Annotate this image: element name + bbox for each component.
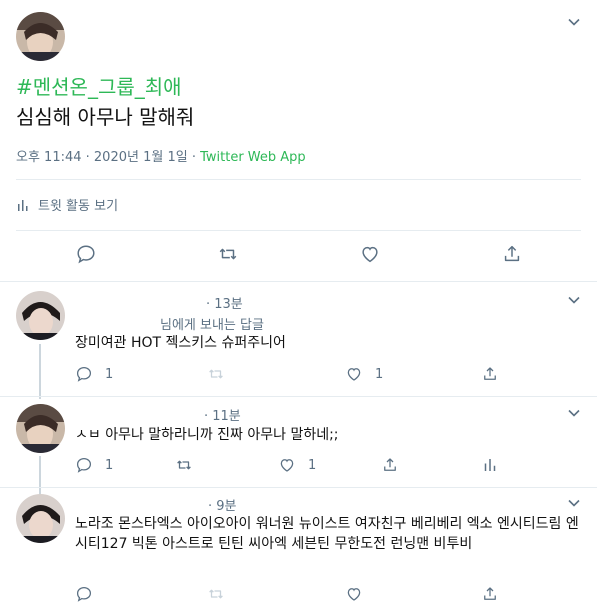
hashtag-link[interactable]: #멘션온_그룹_최애 — [16, 71, 182, 100]
reply-button[interactable]: 1 — [75, 364, 113, 384]
retweet-button[interactable] — [175, 455, 193, 475]
tweet-meta: 오후 11:44 · 2020년 1월 1일 · Twitter Web App — [16, 146, 306, 165]
divider — [0, 281, 597, 282]
like-button[interactable] — [345, 584, 363, 604]
like-icon — [280, 459, 294, 472]
chevron-down-icon[interactable] — [567, 496, 581, 510]
avatar[interactable] — [16, 291, 65, 340]
share-icon — [484, 367, 496, 380]
reply-text: 장미여관 HOT 젝스키스 슈퍼주니어 — [75, 335, 286, 351]
share-icon — [384, 458, 396, 471]
analytics-icon — [484, 459, 496, 471]
share-icon — [484, 587, 496, 600]
reply-icon — [76, 586, 92, 602]
reply-time[interactable]: · 11분 — [204, 405, 241, 424]
retweet-button[interactable] — [207, 364, 225, 384]
reply-button[interactable] — [75, 584, 93, 604]
share-button[interactable] — [381, 455, 399, 475]
share-button[interactable] — [481, 364, 499, 384]
divider — [0, 396, 597, 397]
tweet-time[interactable]: 오후 11:44 · 2020년 1월 1일 · — [16, 150, 196, 165]
reply-time[interactable]: · 13분 — [206, 293, 243, 312]
reply-time[interactable]: · 9분 — [208, 495, 237, 514]
analytics-icon — [18, 199, 28, 211]
share-icon[interactable] — [501, 243, 523, 265]
tweet-action-bar — [0, 243, 597, 269]
divider — [0, 487, 597, 488]
chevron-down-icon[interactable] — [567, 293, 581, 307]
avatar[interactable] — [16, 494, 65, 543]
view-activity-link[interactable]: 트윗 활동 보기 — [16, 195, 118, 214]
like-icon — [347, 588, 361, 601]
reply-icon — [76, 366, 92, 382]
view-activity-label: 트윗 활동 보기 — [38, 199, 119, 214]
divider — [16, 179, 581, 180]
reply-text: 노라조 몬스타엑스 아이오아이 워너원 뉴이스트 여자친구 베리베리 엑소 엔시… — [75, 516, 579, 552]
tweet-source-app[interactable]: Twitter Web App — [200, 150, 306, 165]
analytics-button[interactable] — [481, 455, 499, 475]
reply-icon[interactable] — [75, 243, 97, 265]
like-count: 1 — [375, 366, 384, 382]
reply-icon — [76, 457, 92, 473]
chevron-down-icon[interactable] — [567, 406, 581, 420]
retweet-button[interactable] — [207, 584, 225, 604]
like-button[interactable]: 1 — [278, 455, 316, 475]
share-button[interactable] — [481, 584, 499, 604]
chevron-down-icon[interactable] — [567, 15, 581, 29]
main-tweet: #멘션온_그룹_최애 심심해 아무나 말해줘 오후 11:44 · 2020년 … — [0, 0, 597, 283]
retweet-icon[interactable] — [217, 243, 239, 265]
like-icon[interactable] — [359, 243, 381, 265]
avatar[interactable] — [16, 404, 65, 453]
like-count: 1 — [308, 457, 317, 473]
tweet-text: 심심해 아무나 말해줘 — [16, 105, 195, 129]
like-button[interactable]: 1 — [345, 364, 383, 384]
replying-to-label: 님에게 보내는 답글 — [160, 318, 264, 333]
thread-line — [39, 456, 41, 496]
reply-text: ㅅㅂ 아무나 말하라니까 진짜 아무나 말하네;; — [75, 427, 339, 443]
retweet-icon — [177, 460, 191, 470]
reply-count: 1 — [105, 457, 114, 473]
reply-button[interactable]: 1 — [75, 455, 113, 475]
retweet-icon — [209, 369, 223, 379]
retweet-icon — [209, 589, 223, 599]
thread-line — [39, 344, 41, 399]
like-icon — [347, 368, 361, 381]
divider — [16, 230, 581, 231]
avatar[interactable] — [16, 12, 65, 61]
reply-count: 1 — [105, 366, 114, 382]
